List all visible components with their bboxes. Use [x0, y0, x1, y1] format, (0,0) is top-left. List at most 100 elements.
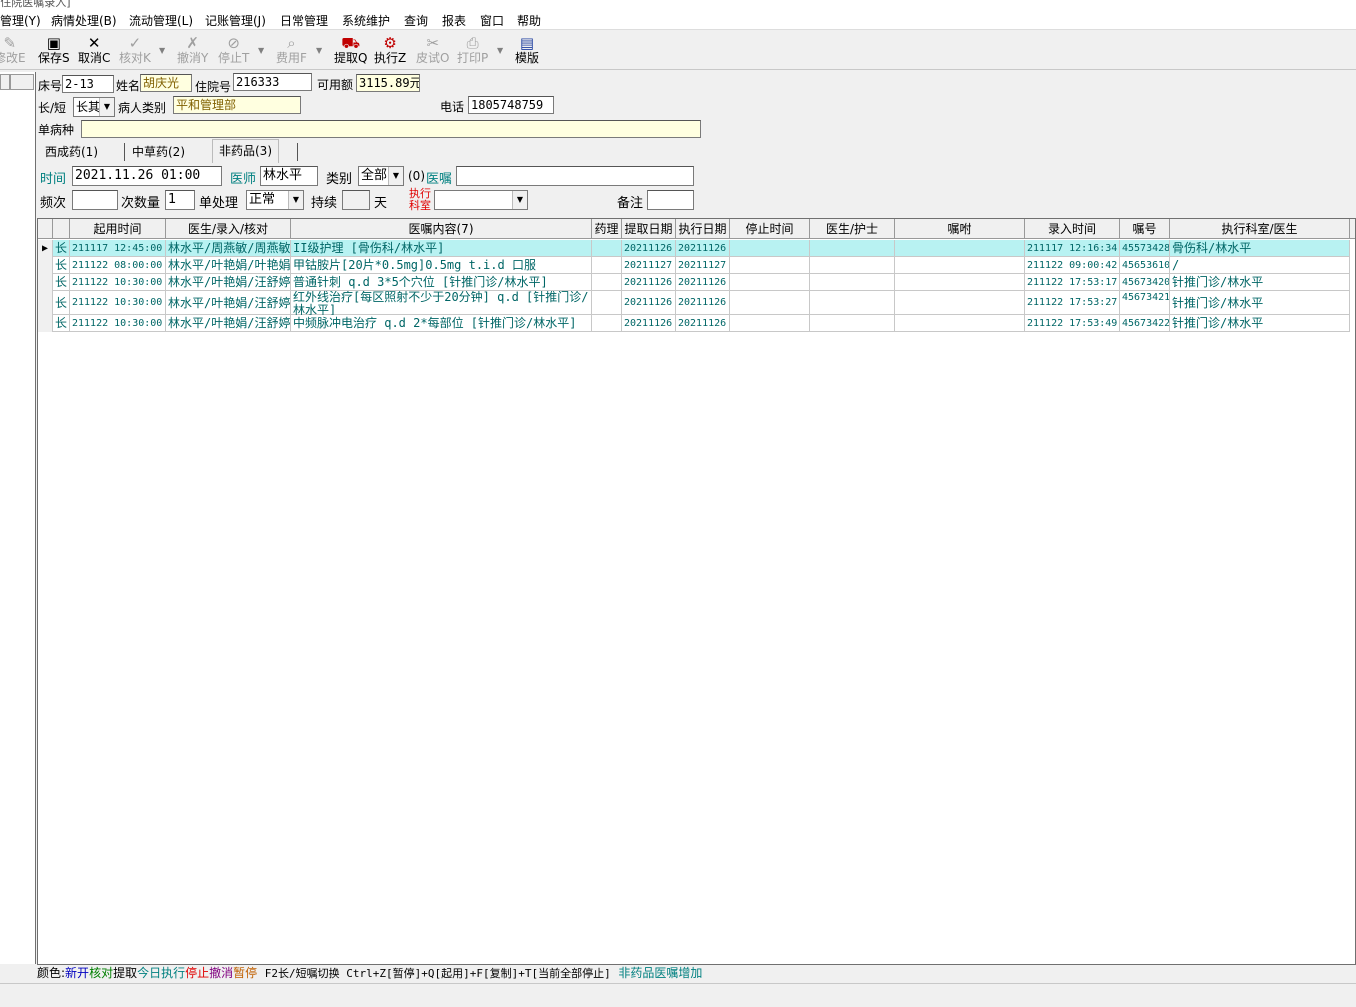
menu-manage[interactable]: 管理(Y) [0, 12, 41, 29]
frequency-label: 频次 [40, 196, 67, 211]
column-header-marker[interactable] [38, 219, 53, 239]
column-header-term[interactable] [53, 219, 70, 239]
bed-field[interactable]: 2-13 [62, 75, 114, 93]
menu-flow[interactable]: 流动管理(L) [129, 12, 193, 29]
left-pane-tab[interactable] [10, 74, 34, 90]
cell-start-time: 211122 10:30:00 [70, 291, 166, 315]
table-row[interactable]: 长 211122 10:30:00 林水平/叶艳娟/汪舒婷 普通针刺 q.d 3*5个… [38, 274, 1350, 291]
verify-button[interactable]: ✓ 核对K [119, 35, 151, 65]
type-label: 类别 [326, 172, 353, 187]
row-marker [38, 257, 53, 274]
time-field[interactable]: 2021.11.26 01:00 [72, 166, 222, 186]
handling-select[interactable]: 正常 ▼ [246, 190, 304, 210]
cell-start-time: 211117 12:45:00 [70, 240, 166, 257]
doctor-field[interactable]: 林水平 [260, 166, 318, 186]
column-header-entry-time[interactable]: 录入时间 [1025, 219, 1120, 239]
cell-entry-time: 211117 12:16:34 [1025, 240, 1120, 257]
current-row-arrow-icon: ▶ [38, 240, 53, 257]
status-bar [0, 983, 1356, 1007]
term-select[interactable]: 长其 ▼ [73, 97, 115, 117]
modify-button[interactable]: ✎ 修改E [0, 35, 26, 65]
column-header-exec-date[interactable]: 执行日期 [676, 219, 730, 239]
quantity-label: 次数量 [121, 196, 161, 211]
tab-herbal-medicine[interactable]: 中草药(2) [126, 141, 191, 163]
order-label: 医嘱 [426, 172, 453, 187]
frequency-field[interactable] [72, 190, 118, 210]
doctor-label: 医师 [230, 172, 257, 187]
column-header-start-time[interactable]: 起用时间 [70, 219, 166, 239]
note-field[interactable] [647, 190, 694, 210]
admission-field[interactable]: 216333 [233, 73, 312, 91]
menu-condition[interactable]: 病情处理(B) [51, 12, 117, 29]
tab-western-medicine[interactable]: 西成药(1) [39, 141, 104, 163]
menu-help[interactable]: 帮助 [517, 12, 541, 29]
menu-system[interactable]: 系统维护 [342, 12, 390, 29]
verify-dropdown-arrow[interactable]: ▼ [159, 46, 165, 55]
close-icon: ✕ [87, 34, 101, 52]
print-button[interactable]: ⎙ 打印P [457, 35, 488, 65]
column-header-order-no[interactable]: 嘱号 [1120, 219, 1170, 239]
cell-pharmacology [592, 315, 622, 332]
fee-button[interactable]: ⌕ 费用F [276, 35, 307, 65]
skintest-button[interactable]: ✂ 皮试O [416, 35, 449, 65]
days-label: 天 [374, 196, 388, 211]
cell-fetch-date: 20211126 [622, 240, 676, 257]
cell-staff: 林水平/叶艳娟/叶艳娟 [168, 257, 291, 274]
category-field[interactable]: 平和管理部 [173, 96, 301, 114]
revoke-button[interactable]: ✗ 撤消Y [177, 35, 208, 65]
cancel-button[interactable]: ✕ 取消C [78, 35, 110, 65]
column-header-staff[interactable]: 医生/录入/核对 [166, 219, 291, 239]
column-header-remark[interactable]: 嘱咐 [895, 219, 1025, 239]
table-row[interactable]: ▶ 长 211117 12:45:00 林水平/周燕敏/周燕敏 II级护理 [骨伤科/林… [38, 240, 1350, 257]
cell-exec-dept: 针推门诊/林水平 [1170, 291, 1350, 315]
tab-non-drug[interactable]: 非药品(3) [212, 139, 279, 163]
quantity-field[interactable]: 1 [165, 190, 195, 210]
cell-order-no: 45573428 [1120, 240, 1170, 257]
table-row[interactable]: 长 211122 08:00:00 林水平/叶艳娟/叶艳娟 甲钴胺片[20片*0.5m… [38, 257, 1350, 274]
stop-dropdown-arrow[interactable]: ▼ [258, 46, 264, 55]
floppy-disk-icon: ▣ [46, 34, 61, 52]
menu-daily[interactable]: 日常管理 [280, 12, 328, 29]
chevron-down-icon: ▼ [512, 191, 527, 209]
cell-fetch-date: 20211126 [622, 274, 676, 291]
table-row[interactable]: 长 211122 10:30:00 林水平/叶艳娟/汪舒婷 红外线治疗[每区照射不少于… [38, 291, 1350, 315]
cell-order-no: 45673422 [1120, 315, 1170, 332]
column-header-exec-dept[interactable]: 执行科室/医生 [1170, 219, 1350, 239]
menu-window[interactable]: 窗口 [480, 12, 504, 29]
column-header-content[interactable]: 医嘱内容(7) [291, 219, 592, 239]
column-header-nurse[interactable]: 医生/护士 [810, 219, 895, 239]
fee-dropdown-arrow[interactable]: ▼ [316, 46, 322, 55]
table-row[interactable]: 长 211122 10:30:00 林水平/叶艳娟/汪舒婷 中频脉冲电治疗 q.d 2… [38, 315, 1350, 332]
column-header-fetch-date[interactable]: 提取日期 [622, 219, 676, 239]
grid-header: 起用时间 医生/录入/核对 医嘱内容(7) 药理 提取日期 执行日期 停止时间 … [38, 219, 1355, 239]
duration-label: 持续 [311, 196, 338, 211]
cell-staff: 林水平/叶艳娟/汪舒婷 [168, 274, 291, 291]
cell-remark [895, 257, 1025, 274]
execute-icon: ⚙ [383, 34, 397, 52]
window-title: [住院医嘱录入] [0, 0, 71, 9]
save-button[interactable]: ▣ 保存S [38, 35, 70, 65]
tab-separator [297, 143, 298, 161]
menu-billing[interactable]: 记账管理(J) [205, 12, 266, 29]
stop-button[interactable]: ⊘ 停止T [218, 35, 249, 65]
cell-content: 红外线治疗[每区照射不少于20分钟] q.d [针推门诊/林水平] [291, 291, 592, 315]
column-header-pharmacology[interactable]: 药理 [592, 219, 622, 239]
cell-entry-time: 211122 09:00:42 [1025, 257, 1120, 274]
print-dropdown-arrow[interactable]: ▼ [497, 46, 503, 55]
fetch-button[interactable]: ⛟ 提取Q [334, 35, 367, 65]
left-pane-tab[interactable] [0, 74, 10, 90]
exec-dept-select[interactable]: ▼ [434, 190, 528, 210]
phone-field[interactable]: 1805748759 [468, 96, 554, 114]
order-field[interactable] [456, 166, 694, 186]
duration-field[interactable] [342, 190, 370, 210]
name-field[interactable]: 胡庆光 [140, 74, 192, 92]
legend-revoked: 撤消 [209, 966, 234, 980]
menu-report[interactable]: 报表 [442, 12, 466, 29]
column-header-stop-time[interactable]: 停止时间 [730, 219, 810, 239]
menu-query[interactable]: 查询 [404, 12, 428, 29]
cell-nurse [810, 274, 895, 291]
disease-field[interactable] [81, 120, 701, 138]
type-select[interactable]: 全部 ▼ [358, 166, 404, 186]
execute-button[interactable]: ⚙ 执行Z [374, 35, 406, 65]
template-button[interactable]: ▤ 模版 [515, 35, 539, 65]
